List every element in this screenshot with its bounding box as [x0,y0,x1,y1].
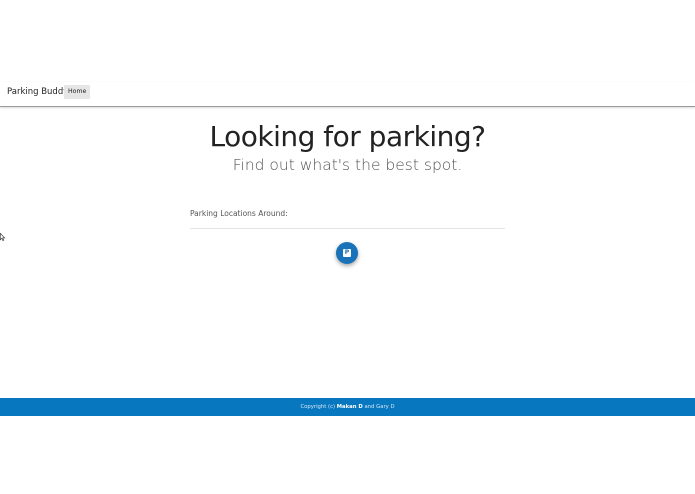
parking-locations-label: Parking Locations Around: [190,209,288,218]
locations-divider [190,228,505,229]
footer: Copyright (c) Makan D and Gary D [0,398,695,416]
parking-icon: P [343,249,351,257]
footer-joiner: and [364,404,375,410]
mouse-cursor-icon [0,233,5,241]
hero-subtitle: Find out what's the best spot. [232,156,463,174]
find-parking-button[interactable]: P [336,242,358,264]
footer-author-1: Makan D [336,404,363,410]
hero-title: Looking for parking? [209,120,486,153]
footer-copyright: Copyright (c) [300,404,336,410]
footer-author-2: Gary D [376,404,395,410]
nav-item-home[interactable]: Home [64,85,91,99]
brand-link[interactable]: Parking Buddy [7,87,68,97]
navbar: Parking Buddy Home [0,82,695,107]
